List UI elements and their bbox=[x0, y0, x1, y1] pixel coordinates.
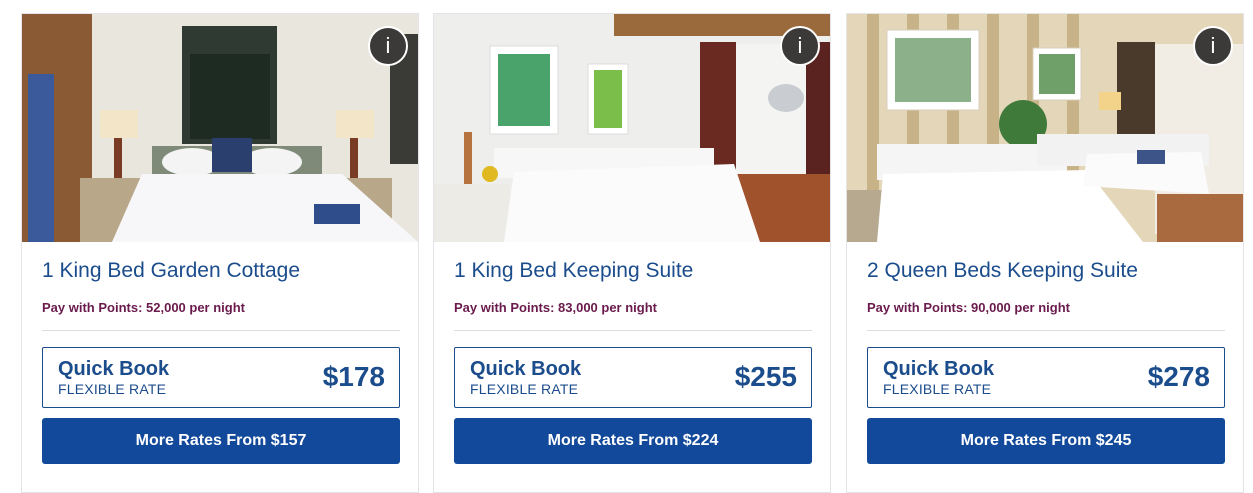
room-card: i 1 King Bed Garden Cottage Pay with Poi… bbox=[21, 13, 419, 493]
more-rates-button[interactable]: More Rates From $224 bbox=[454, 418, 812, 464]
quick-book-price: $278 bbox=[1147, 361, 1210, 392]
divider bbox=[454, 330, 812, 331]
info-icon[interactable]: i bbox=[780, 26, 820, 66]
rate-type-label: FLEXIBLE RATE bbox=[470, 381, 579, 397]
quick-book-label: Quick Book bbox=[470, 358, 582, 380]
room-title[interactable]: 2 Queen Beds Keeping Suite bbox=[867, 259, 1138, 283]
quick-book-label: Quick Book bbox=[883, 358, 995, 380]
points-price: Pay with Points: 90,000 per night bbox=[867, 300, 1070, 315]
room-title[interactable]: 1 King Bed Keeping Suite bbox=[454, 259, 693, 283]
quick-book-price: $255 bbox=[734, 361, 797, 392]
info-icon[interactable]: i bbox=[368, 26, 408, 66]
quick-book-label: Quick Book bbox=[58, 358, 170, 380]
room-card-list: i 1 King Bed Garden Cottage Pay with Poi… bbox=[0, 0, 1253, 493]
info-icon[interactable]: i bbox=[1193, 26, 1233, 66]
quick-book-price: $178 bbox=[322, 361, 385, 392]
more-rates-button[interactable]: More Rates From $157 bbox=[42, 418, 400, 464]
quick-book-button[interactable]: Quick Book FLEXIBLE RATE $278 bbox=[867, 347, 1225, 408]
more-rates-button[interactable]: More Rates From $245 bbox=[867, 418, 1225, 464]
room-title[interactable]: 1 King Bed Garden Cottage bbox=[42, 259, 300, 283]
room-card: i 2 Queen Beds Keeping Suite Pay with Po… bbox=[846, 13, 1244, 493]
points-price: Pay with Points: 52,000 per night bbox=[42, 300, 245, 315]
points-price: Pay with Points: 83,000 per night bbox=[454, 300, 657, 315]
quick-book-button[interactable]: Quick Book FLEXIBLE RATE $178 bbox=[42, 347, 400, 408]
room-card: i 1 King Bed Keeping Suite Pay with Poin… bbox=[433, 13, 831, 493]
divider bbox=[42, 330, 400, 331]
divider bbox=[867, 330, 1225, 331]
quick-book-button[interactable]: Quick Book FLEXIBLE RATE $255 bbox=[454, 347, 812, 408]
room-photo[interactable]: i bbox=[434, 14, 830, 242]
rate-type-label: FLEXIBLE RATE bbox=[58, 381, 167, 397]
rate-type-label: FLEXIBLE RATE bbox=[883, 381, 992, 397]
room-photo[interactable]: i bbox=[847, 14, 1243, 242]
room-photo[interactable]: i bbox=[22, 14, 418, 242]
